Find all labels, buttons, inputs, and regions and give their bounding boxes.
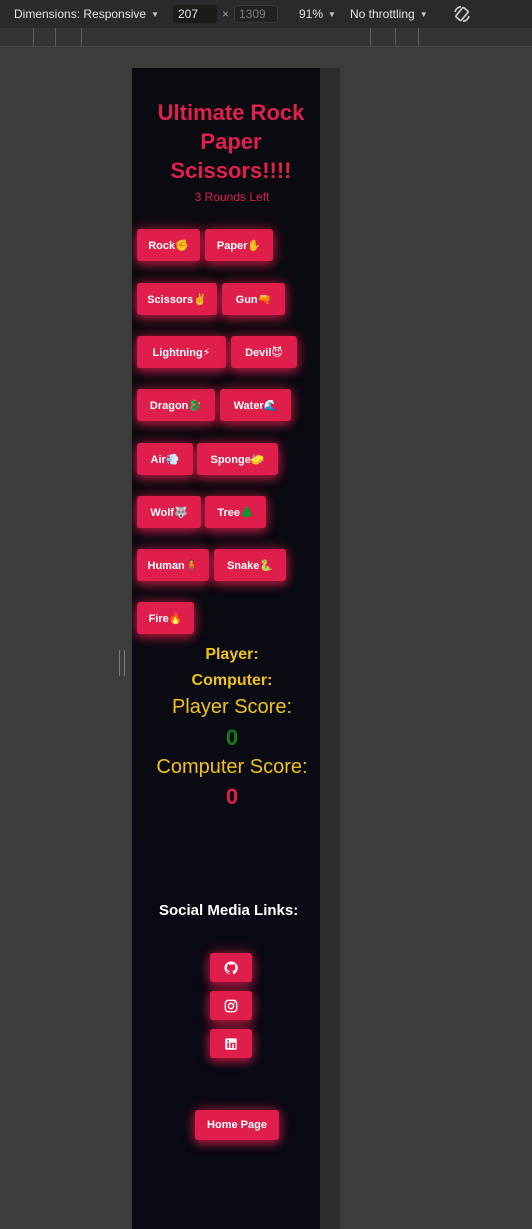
dimensions-label: Dimensions: Responsive xyxy=(14,7,147,21)
choice-human-button[interactable]: Human🧍 xyxy=(137,549,209,581)
emulated-page: Ultimate Rock Paper Scissors!!!! 3 Round… xyxy=(132,68,320,1229)
computer-score-value: 0 xyxy=(225,784,239,809)
throttling-dropdown[interactable]: No throttling ▼ xyxy=(350,7,428,21)
chevron-down-icon: ▼ xyxy=(419,9,428,19)
choice-gun-button[interactable]: Gun🔫 xyxy=(222,283,285,315)
instagram-link-button[interactable] xyxy=(210,991,252,1020)
player-score-value: 0 xyxy=(225,725,239,750)
choice-fire-button[interactable]: Fire🔥 xyxy=(137,602,194,634)
times-symbol: × xyxy=(222,7,230,21)
github-icon xyxy=(224,960,238,974)
github-link-button[interactable] xyxy=(210,953,252,982)
media-query-ruler xyxy=(0,28,532,47)
choice-scissors-button[interactable]: Scissors✌️ xyxy=(137,283,217,315)
rotate-icon[interactable] xyxy=(452,4,472,24)
choice-tree-button[interactable]: Tree🌲 xyxy=(205,496,266,528)
choice-devil-button[interactable]: Devil😈 xyxy=(231,336,297,368)
zoom-label: 91% xyxy=(299,7,324,21)
rounds-left: 3 Rounds Left xyxy=(194,190,270,204)
viewport-scrollbar[interactable] xyxy=(320,68,340,1229)
choice-rock-button[interactable]: Rock✊ xyxy=(137,229,200,261)
choice-water-button[interactable]: Water🌊 xyxy=(220,389,291,421)
choice-air-button[interactable]: Air💨 xyxy=(137,443,193,475)
width-input[interactable] xyxy=(173,5,217,23)
height-input[interactable] xyxy=(234,5,278,23)
choice-lightning-button[interactable]: Lightning⚡ xyxy=(137,336,226,368)
choice-wolf-button[interactable]: Wolf🐺 xyxy=(137,496,201,528)
choice-dragon-button[interactable]: Dragon🐉 xyxy=(137,389,215,421)
devtools-toolbar: Dimensions: Responsive ▼ × 91% ▼ No thro… xyxy=(0,0,532,28)
choice-sponge-button[interactable]: Sponge🧽 xyxy=(197,443,278,475)
player-choice-label: Player: xyxy=(205,646,259,663)
instagram-icon xyxy=(224,999,238,1012)
zoom-dropdown[interactable]: 91% ▼ xyxy=(299,7,336,21)
computer-score-label: Computer Score: xyxy=(156,756,308,778)
linkedin-link-button[interactable] xyxy=(210,1029,252,1058)
chevron-down-icon: ▼ xyxy=(328,9,336,19)
dimensions-dropdown[interactable]: Dimensions: Responsive ▼ xyxy=(14,7,159,21)
linkedin-icon xyxy=(225,1037,237,1050)
social-media-title: Social Media Links: xyxy=(159,902,299,919)
computer-choice-label: Computer: xyxy=(191,672,273,689)
page-title: Ultimate Rock Paper Scissors!!!! xyxy=(157,100,305,183)
choice-snake-button[interactable]: Snake🐍 xyxy=(214,549,286,581)
throttling-label: No throttling xyxy=(350,7,415,21)
left-resize-handle[interactable] xyxy=(119,650,125,676)
player-score-label: Player Score: xyxy=(171,696,293,718)
chevron-down-icon: ▼ xyxy=(151,9,159,19)
choice-paper-button[interactable]: Paper✋ xyxy=(205,229,273,261)
home-page-button[interactable]: Home Page xyxy=(195,1110,279,1140)
